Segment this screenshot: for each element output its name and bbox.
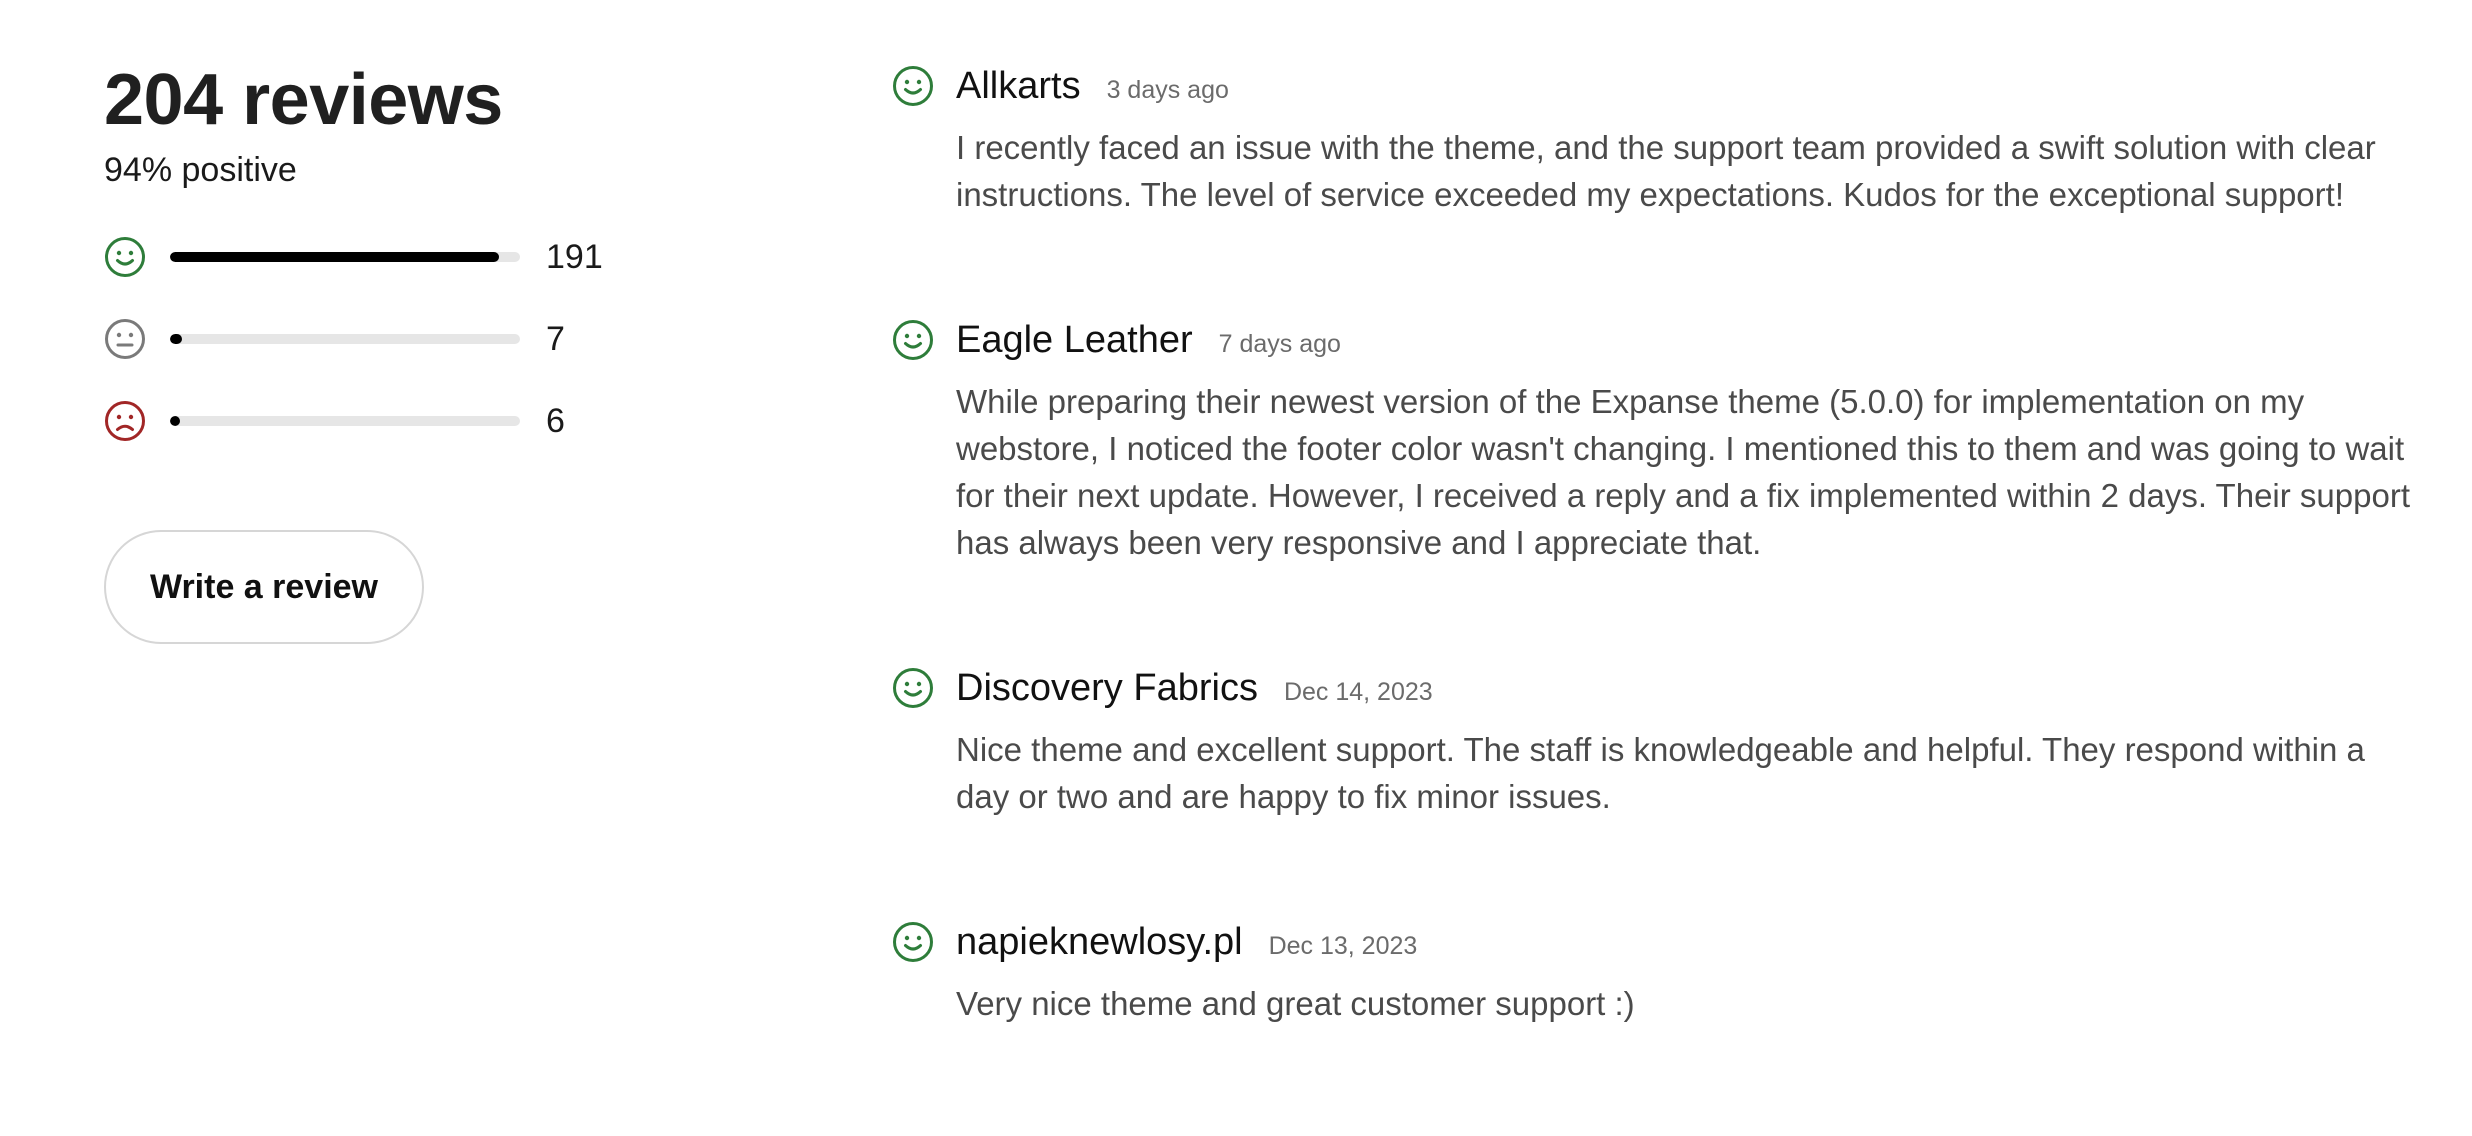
review-item: Allkarts 3 days ago I recently faced an … bbox=[892, 60, 2412, 218]
rating-bar-negative bbox=[170, 416, 520, 426]
review-body: napieknewlosy.pl Dec 13, 2023 Very nice … bbox=[956, 916, 2412, 1027]
rating-bar-fill-negative bbox=[170, 416, 181, 426]
review-header: Eagle Leather 7 days ago bbox=[956, 314, 2412, 366]
sad-face-icon bbox=[105, 401, 145, 441]
happy-face-icon bbox=[105, 237, 145, 277]
positive-percentage: 94% positive bbox=[104, 151, 297, 189]
reviews-summary: 204 reviews 94% positive 191 7 6 Write a… bbox=[104, 56, 724, 644]
review-body: Eagle Leather 7 days ago While preparing… bbox=[956, 314, 2412, 566]
review-author: napieknewlosy.pl bbox=[956, 921, 1243, 963]
review-date: 3 days ago bbox=[1106, 76, 1229, 104]
write-review-button[interactable]: Write a review bbox=[104, 530, 424, 644]
review-header: Discovery Fabrics Dec 14, 2023 bbox=[956, 662, 2412, 714]
happy-face-icon bbox=[893, 320, 933, 360]
review-text: Very nice theme and great customer suppo… bbox=[956, 985, 1635, 1022]
review-header: Allkarts 3 days ago bbox=[956, 60, 2412, 112]
reviews-count-title: 204 reviews bbox=[104, 60, 503, 140]
rating-count-positive: 191 bbox=[546, 238, 603, 276]
rating-count-negative: 6 bbox=[546, 402, 565, 440]
review-item: napieknewlosy.pl Dec 13, 2023 Very nice … bbox=[892, 916, 2412, 1027]
neutral-face-icon bbox=[105, 319, 145, 359]
rating-bar-neutral bbox=[170, 334, 520, 344]
review-date: Dec 14, 2023 bbox=[1283, 678, 1433, 706]
happy-face-icon bbox=[893, 668, 933, 708]
review-author: Discovery Fabrics bbox=[956, 667, 1258, 709]
happy-face-icon bbox=[893, 66, 933, 106]
rating-bar-positive bbox=[170, 252, 520, 262]
review-text: Nice theme and excellent support. The st… bbox=[956, 731, 2365, 815]
review-date: Dec 13, 2023 bbox=[1268, 932, 1418, 960]
review-author: Allkarts bbox=[956, 65, 1081, 107]
review-date: 7 days ago bbox=[1218, 330, 1341, 358]
happy-face-icon bbox=[893, 922, 933, 962]
review-header: napieknewlosy.pl Dec 13, 2023 bbox=[956, 916, 2412, 968]
review-author: Eagle Leather bbox=[956, 319, 1193, 361]
rating-breakdown: 191 7 6 bbox=[104, 232, 724, 446]
rating-row-positive: 191 bbox=[104, 232, 724, 282]
reviews-list: Allkarts 3 days ago I recently faced an … bbox=[892, 60, 2412, 1027]
review-item: Discovery Fabrics Dec 14, 2023 Nice them… bbox=[892, 662, 2412, 820]
review-item: Eagle Leather 7 days ago While preparing… bbox=[892, 314, 2412, 566]
rating-row-neutral: 7 bbox=[104, 314, 724, 364]
rating-row-negative: 6 bbox=[104, 396, 724, 446]
rating-bar-fill-neutral bbox=[170, 334, 182, 344]
rating-bar-fill-positive bbox=[170, 252, 499, 262]
review-text: I recently faced an issue with the theme… bbox=[956, 129, 2376, 213]
review-body: Allkarts 3 days ago I recently faced an … bbox=[956, 60, 2412, 218]
review-text: While preparing their newest version of … bbox=[956, 383, 2410, 561]
review-body: Discovery Fabrics Dec 14, 2023 Nice them… bbox=[956, 662, 2412, 820]
rating-count-neutral: 7 bbox=[546, 320, 565, 358]
